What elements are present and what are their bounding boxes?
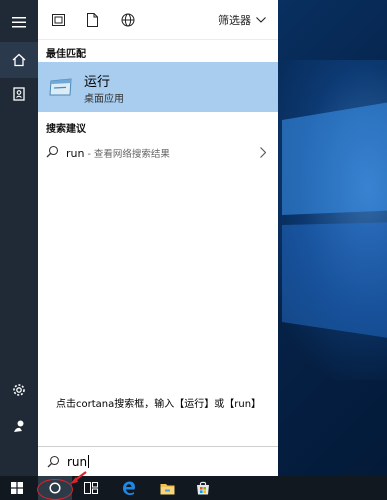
home-icon[interactable] <box>0 42 38 78</box>
search-results-panel: 筛选器 最佳匹配 运行 桌面应用 搜索建议 run - 查看网络搜索结果 点击c… <box>38 0 278 476</box>
file-explorer-icon[interactable] <box>150 476 184 500</box>
web-globe-icon[interactable] <box>120 12 136 28</box>
store-icon[interactable] <box>186 476 220 500</box>
edge-browser-icon[interactable] <box>112 476 146 500</box>
suggestion-description: - 查看网络搜索结果 <box>84 149 170 160</box>
windows-wallpaper-logo <box>282 100 387 340</box>
filter-dropdown[interactable]: 筛选器 <box>218 12 266 28</box>
feedback-icon[interactable] <box>0 408 38 444</box>
instruction-annotation: 点击cortana搜索框，输入【运行】或【run】 <box>56 399 262 410</box>
chevron-right-icon <box>260 147 266 158</box>
best-match-result[interactable]: 运行 桌面应用 <box>38 62 278 112</box>
panel-header: 筛选器 <box>38 0 278 40</box>
chevron-down-icon <box>256 17 266 23</box>
search-input-value[interactable]: run <box>67 455 87 469</box>
documents-icon[interactable] <box>84 12 100 28</box>
hamburger-menu-icon[interactable] <box>0 4 38 40</box>
best-match-title: 运行 <box>84 75 111 90</box>
settings-gear-icon[interactable] <box>0 372 38 408</box>
best-match-heading: 最佳匹配 <box>46 49 86 60</box>
red-arrow-icon <box>68 470 88 486</box>
best-match-subtitle: 桌面应用 <box>84 94 124 105</box>
suggestion-query: run <box>66 147 85 160</box>
search-icon <box>47 455 60 468</box>
run-app-icon <box>48 75 74 99</box>
suggestions-heading: 搜索建议 <box>46 124 86 135</box>
apps-icon[interactable] <box>50 12 66 28</box>
notebook-icon[interactable] <box>0 76 38 112</box>
web-suggestion-item[interactable]: run - 查看网络搜索结果 <box>38 140 278 166</box>
search-icon <box>46 145 59 158</box>
windows-start-icon[interactable] <box>0 476 34 500</box>
start-left-rail <box>0 0 38 476</box>
text-caret <box>88 455 90 468</box>
filter-label: 筛选器 <box>218 14 251 27</box>
